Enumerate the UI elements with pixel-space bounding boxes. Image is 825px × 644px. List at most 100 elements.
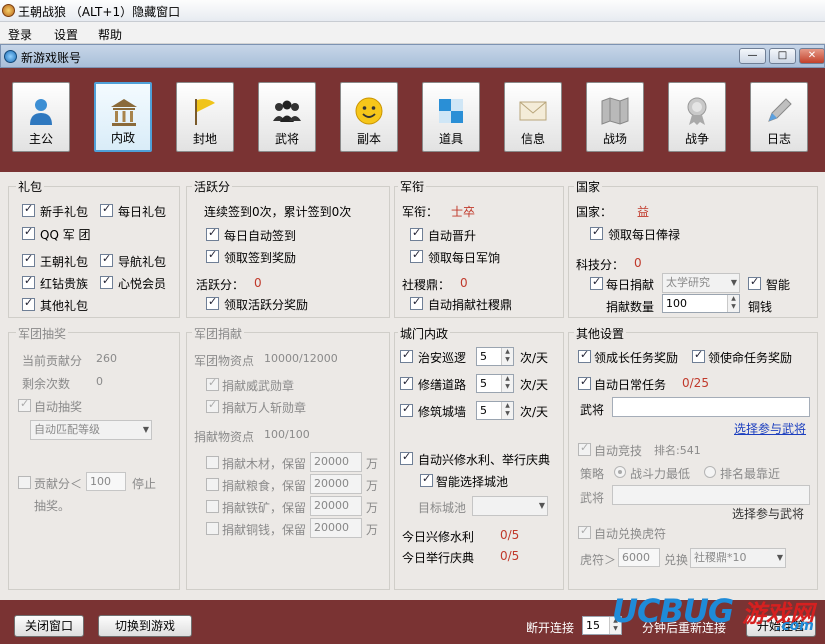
label-donate-wood: 捐献木材，保留: [222, 457, 307, 471]
checkbox-daily-salary[interactable]: [590, 225, 603, 240]
country-label: 国家：: [576, 205, 613, 219]
score-label: 活跃分：: [196, 278, 245, 292]
radio-nearest-rank[interactable]: [704, 466, 716, 478]
label-daily-salary: 领取每日俸禄: [608, 228, 681, 242]
label-xinshou: 新手礼包: [40, 205, 89, 219]
choose-general-link[interactable]: 选择参与武将: [734, 420, 806, 437]
label-nearest-rank: 排名最靠近: [720, 467, 781, 481]
panel-title-guojia: 国家: [574, 178, 603, 195]
checkbox-auto-sign[interactable]: [206, 226, 219, 241]
keep-food-input[interactable]: 20000: [310, 474, 362, 494]
checkbox-donate-iron[interactable]: [206, 500, 219, 513]
stepper-arrows-icon[interactable]: ▲ ▼: [501, 402, 513, 419]
subwindow-title: 新游戏账号: [21, 51, 82, 65]
label-daily-pay: 领取每日军饷: [428, 251, 501, 265]
level-select[interactable]: 自动匹配等级 ▼: [30, 420, 152, 440]
exchange-select[interactable]: 社稷鼎*10 ▼: [690, 548, 786, 568]
nav-daoju[interactable]: 道具: [422, 82, 480, 152]
checkbox-donate-wood[interactable]: [206, 456, 219, 469]
checkbox-xinshou[interactable]: [22, 202, 35, 217]
chevron-down-icon: ▼: [538, 501, 545, 510]
patrol-stepper[interactable]: 5 ▲ ▼: [476, 347, 514, 366]
checkbox-auto-donate[interactable]: [410, 295, 423, 310]
minimize-button[interactable]: —: [739, 48, 766, 64]
label-auto-daily: 自动日常任务: [594, 378, 667, 392]
nav-zhugong[interactable]: 主公: [12, 82, 70, 152]
today-fest-value: 0/5: [500, 549, 520, 563]
research-select[interactable]: 太学研究 ▼: [662, 273, 740, 293]
keep-wood-input[interactable]: 20000: [310, 452, 362, 472]
menu-login[interactable]: 登录: [8, 26, 32, 43]
checkbox-score-reward[interactable]: [206, 295, 219, 310]
checkbox-meiri[interactable]: [100, 202, 113, 217]
checkbox-qita[interactable]: [22, 296, 35, 311]
checkbox-medal1[interactable]: [206, 376, 219, 391]
wall-stepper[interactable]: 5 ▲ ▼: [476, 401, 514, 420]
checkbox-growth[interactable]: [578, 348, 591, 363]
checkbox-donate-copper[interactable]: [206, 522, 219, 535]
menu-help[interactable]: 帮助: [98, 26, 122, 43]
checkbox-auto-draw[interactable]: [18, 397, 31, 412]
checkbox-auto-arena[interactable]: [578, 441, 591, 456]
nav-fengdi[interactable]: 封地: [176, 82, 234, 152]
checkbox-wangchao[interactable]: [22, 252, 35, 267]
nav-wujiang[interactable]: 武将: [258, 82, 316, 152]
person-icon: [30, 99, 52, 125]
checkbox-smart[interactable]: [748, 275, 761, 290]
general2-input[interactable]: [612, 485, 810, 505]
nav-fuben[interactable]: 副本: [340, 82, 398, 152]
checkbox-donate-food[interactable]: [206, 478, 219, 491]
label-auto-promote: 自动晋升: [428, 229, 477, 243]
checkbox-medal2[interactable]: [206, 398, 219, 413]
contrib-threshold-input[interactable]: 100: [86, 472, 126, 491]
tiger-input[interactable]: 6000: [618, 548, 660, 567]
target-city-select[interactable]: ▼: [472, 496, 548, 516]
qty-stepper[interactable]: 100 ▲ ▼: [662, 294, 740, 313]
label-growth: 领成长任务奖励: [594, 351, 679, 365]
checkbox-daily-donate[interactable]: [590, 275, 603, 290]
general-input[interactable]: [612, 397, 810, 417]
road-stepper[interactable]: 5 ▲ ▼: [476, 374, 514, 393]
nav-neizheng[interactable]: 内政: [94, 82, 152, 152]
nav-zhanzheng[interactable]: 战争: [668, 82, 726, 152]
choose-general2-text[interactable]: 选择参与武将: [732, 505, 804, 522]
checkbox-auto-daily[interactable]: [578, 375, 591, 390]
close-button[interactable]: ✕: [799, 48, 825, 64]
nav-xinxi[interactable]: 信息: [504, 82, 562, 152]
checkbox-daily-pay[interactable]: [410, 248, 423, 263]
checkbox-contrib-stop[interactable]: [18, 476, 31, 489]
stepper-arrows-icon[interactable]: ▲ ▼: [501, 348, 513, 365]
close-window-button[interactable]: 关闭窗口: [14, 615, 84, 637]
nav-label: 战场: [602, 132, 627, 146]
stepper-arrows-icon[interactable]: ▲ ▼: [501, 375, 513, 392]
stepper-arrows-icon[interactable]: ▲ ▼: [727, 295, 739, 312]
checkbox-sign-reward[interactable]: [206, 248, 219, 263]
checkbox-xinyue[interactable]: [100, 274, 113, 289]
switch-to-game-button[interactable]: 切换到游戏: [98, 615, 192, 637]
checkbox-mission[interactable]: [692, 348, 705, 363]
goods2-label: 捐献物资点: [194, 430, 255, 444]
checkbox-auto-exchange[interactable]: [578, 524, 591, 539]
nav-label: 战争: [684, 132, 709, 146]
checkbox-auto-water[interactable]: [400, 450, 413, 465]
checkbox-qq[interactable]: [22, 225, 35, 240]
checkbox-auto-promote[interactable]: [410, 226, 423, 241]
label-auto-exchange: 自动兑换虎符: [594, 527, 667, 541]
nav-rizhi[interactable]: 日志: [750, 82, 808, 152]
nav-zhanchang[interactable]: 战场: [586, 82, 644, 152]
maximize-button[interactable]: □: [769, 48, 796, 64]
checkbox-wall[interactable]: [400, 402, 413, 417]
checkbox-daohang[interactable]: [100, 252, 113, 267]
keep-iron-input[interactable]: 20000: [310, 496, 362, 516]
checkbox-patrol[interactable]: [400, 348, 413, 363]
panel-title-choujiang: 军团抽奖: [16, 325, 69, 342]
patrol-value: 5: [480, 350, 487, 363]
checkbox-smart-city[interactable]: [420, 472, 433, 487]
label-medal2: 捐献万人斩勋章: [222, 401, 307, 415]
checkbox-hongzuan[interactable]: [22, 274, 35, 289]
checkbox-road[interactable]: [400, 375, 413, 390]
radio-lowest-power[interactable]: [614, 466, 626, 478]
keep-copper-input[interactable]: 20000: [310, 518, 362, 538]
menu-settings[interactable]: 设置: [54, 26, 78, 43]
label-wall: 修筑城墙: [418, 405, 467, 419]
